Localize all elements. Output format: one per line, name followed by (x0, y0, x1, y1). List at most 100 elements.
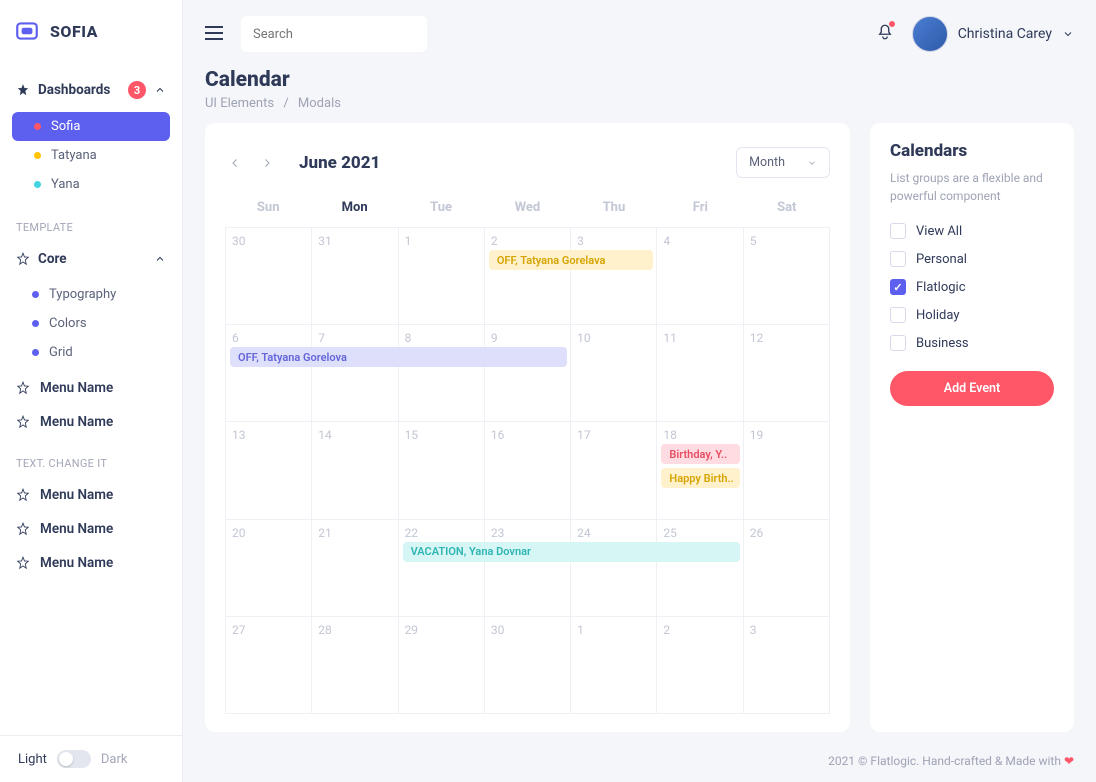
calendar-cell[interactable]: 30 (226, 228, 312, 325)
calendar-filter[interactable]: Holiday (890, 301, 1054, 329)
calendar-cell[interactable]: 23 (485, 520, 571, 617)
section-template: TEMPLATE (12, 203, 170, 242)
section-text: TEXT. CHANGE IT (12, 439, 170, 478)
user-menu[interactable]: Christina Carey (912, 16, 1074, 52)
sidebar-item[interactable]: Grid (12, 338, 170, 367)
sidebar-item[interactable]: Sofia (12, 112, 170, 141)
calendar-filter[interactable]: Flatlogic (890, 273, 1054, 301)
calendar-dow: Wed (484, 192, 570, 227)
user-name: Christina Carey (958, 26, 1052, 42)
theme-toggle-row: Light Dark (0, 735, 182, 782)
sidebar-nav: Dashboards 3 SofiaTatyanaYana TEMPLATE C… (0, 62, 182, 735)
sidebar-item[interactable]: Typography (12, 280, 170, 309)
calendar-cell[interactable]: 11 (657, 325, 743, 422)
dot-icon (32, 349, 39, 356)
sidebar-item-label: Colors (49, 316, 87, 331)
calendar-next-button[interactable] (257, 153, 277, 173)
logo[interactable]: SOFIA (0, 0, 182, 62)
menu-group-1: Menu NameMenu Name (12, 371, 170, 439)
sidebar-menu-item[interactable]: Menu Name (12, 478, 170, 512)
sidebar-group-dashboards[interactable]: Dashboards 3 (12, 72, 170, 108)
theme-dark-label: Dark (101, 752, 128, 767)
breadcrumb-item[interactable]: UI Elements (205, 96, 274, 111)
sidebar: SOFIA Dashboards 3 SofiaTatyanaYana TEMP… (0, 0, 183, 782)
chevron-down-icon (807, 158, 817, 168)
calendar-cell[interactable]: 14 (312, 422, 398, 519)
calendar-cell[interactable]: 31 (312, 228, 398, 325)
sidebar-menu-item[interactable]: Menu Name (12, 546, 170, 580)
theme-toggle[interactable] (57, 750, 91, 768)
calendar-cell[interactable]: 3 (571, 228, 657, 325)
star-icon (16, 83, 30, 97)
notifications-button[interactable] (876, 22, 894, 46)
checkbox[interactable] (890, 251, 906, 267)
calendar-cell[interactable]: 5 (744, 228, 830, 325)
sidebar-item[interactable]: Colors (12, 309, 170, 338)
calendars-desc: List groups are a flexible and powerful … (890, 169, 1054, 217)
calendar-cell[interactable]: 26 (744, 520, 830, 617)
calendar-cell[interactable]: 3 (744, 617, 830, 714)
calendar-event[interactable]: OFF, Tatyana Gorelava (489, 250, 654, 270)
checkbox[interactable] (890, 335, 906, 351)
calendar-filter[interactable]: Personal (890, 245, 1054, 273)
star-outline-icon (16, 381, 30, 395)
search-box[interactable] (241, 16, 427, 52)
sidebar-group-core[interactable]: Core (12, 242, 170, 276)
footer-text: 2021 © Flatlogic. Hand-crafted & Made wi… (828, 754, 1064, 768)
calendar-cell[interactable]: 4 (657, 228, 743, 325)
calendar-cell[interactable]: 20 (226, 520, 312, 617)
calendar-filter[interactable]: Business (890, 329, 1054, 357)
calendar-dow: Sun (225, 192, 311, 227)
notification-dot (888, 20, 896, 28)
checkbox[interactable] (890, 279, 906, 295)
calendar-dow-row: SunMonTueWedThuFriSat (225, 192, 830, 227)
breadcrumb-item[interactable]: Modals (298, 96, 341, 111)
calendar-cell[interactable]: 10 (571, 325, 657, 422)
checkbox[interactable] (890, 223, 906, 239)
menu-toggle-button[interactable] (205, 25, 223, 44)
calendar-event[interactable]: OFF, Tatyana Gorelova (230, 347, 567, 367)
calendar-cell[interactable]: 21 (312, 520, 398, 617)
calendar-header: June 2021 Month (225, 141, 830, 192)
calendar-cell[interactable]: 2 (657, 617, 743, 714)
calendar-cell[interactable]: 29 (399, 617, 485, 714)
search-input[interactable] (253, 27, 419, 42)
calendar-cell[interactable]: 6 (226, 325, 312, 422)
calendar-cell[interactable]: 13 (226, 422, 312, 519)
sidebar-item[interactable]: Tatyana (12, 141, 170, 170)
calendar-cell[interactable]: 1 (399, 228, 485, 325)
calendar-cell[interactable]: 15 (399, 422, 485, 519)
calendar-cell[interactable]: 30 (485, 617, 571, 714)
calendar-cell[interactable]: 12 (744, 325, 830, 422)
sidebar-item[interactable]: Yana (12, 170, 170, 199)
calendar-cell[interactable]: 1 (571, 617, 657, 714)
core-subitems: Typography Colors Grid (12, 276, 170, 371)
add-event-button[interactable]: Add Event (890, 371, 1054, 406)
theme-light-label: Light (18, 752, 47, 767)
calendar-cell[interactable]: 22 (399, 520, 485, 617)
logo-icon (14, 18, 40, 44)
calendar-cell[interactable]: 16 (485, 422, 571, 519)
calendar-cell[interactable]: 9 (485, 325, 571, 422)
calendar-cell[interactable]: 28 (312, 617, 398, 714)
sidebar-menu-item[interactable]: Menu Name (12, 371, 170, 405)
calendar-event[interactable]: Birthday, Y.. (661, 444, 739, 464)
calendar-prev-button[interactable] (225, 153, 245, 173)
calendar-cell[interactable]: 8 (399, 325, 485, 422)
sidebar-menu-item[interactable]: Menu Name (12, 512, 170, 546)
calendar-cell[interactable]: 27 (226, 617, 312, 714)
calendar-filter[interactable]: View All (890, 217, 1054, 245)
calendars-title: Calendars (890, 141, 1054, 169)
calendar-event[interactable]: Happy Birth.. (661, 468, 739, 488)
sidebar-menu-item[interactable]: Menu Name (12, 405, 170, 439)
calendar-event[interactable]: VACATION, Yana Dovnar (403, 542, 740, 562)
calendar-cell[interactable]: 2 (485, 228, 571, 325)
calendar-cell[interactable]: 7 (312, 325, 398, 422)
calendar-cell[interactable]: 24 (571, 520, 657, 617)
checkbox[interactable] (890, 307, 906, 323)
calendar-cell[interactable]: 25 (657, 520, 743, 617)
calendar-view-select[interactable]: Month (736, 147, 830, 178)
calendar-cell[interactable]: 19 (744, 422, 830, 519)
breadcrumb: UI Elements / Modals (205, 92, 1074, 111)
calendar-cell[interactable]: 17 (571, 422, 657, 519)
